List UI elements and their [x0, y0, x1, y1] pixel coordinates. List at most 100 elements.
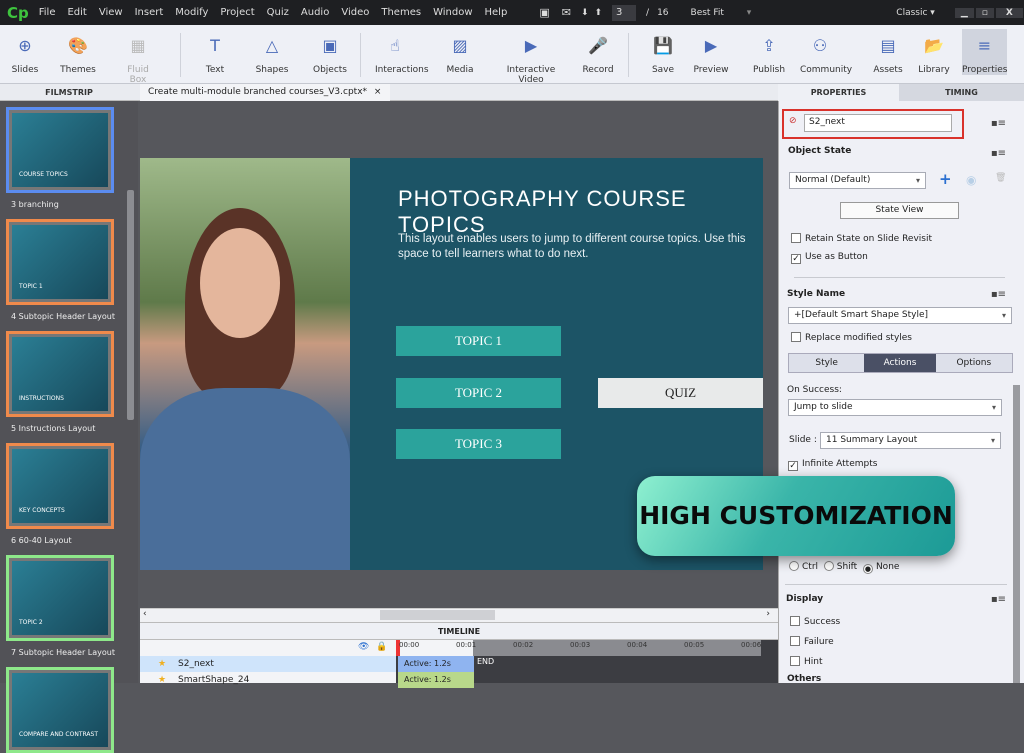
community-button[interactable]: ⚇ Community — [800, 29, 852, 76]
tab-timing[interactable]: TIMING — [899, 84, 1024, 101]
timeline-bar[interactable]: Active: 1.2s — [398, 656, 474, 672]
mail-icon[interactable]: ✉ — [562, 6, 571, 19]
toolbar-label: Preview — [693, 65, 729, 75]
filmstrip-slide[interactable]: KEY CONCEPTS — [6, 443, 114, 529]
none-radio[interactable]: ● None — [862, 562, 899, 574]
text-button[interactable]: T Text — [195, 29, 235, 76]
microphone-icon: 🎤 — [588, 35, 608, 55]
infinite-attempts-checkbox[interactable]: ✓ Infinite Attempts — [788, 459, 877, 471]
workspace-select[interactable]: Classic ▾ — [896, 8, 935, 18]
hint-checkbox[interactable]: Hint — [790, 656, 823, 667]
filmstrip-scrollbar[interactable] — [127, 190, 134, 420]
slide-select[interactable]: 11 Summary Layout — [820, 432, 1001, 449]
topic-2-button[interactable]: TOPIC 2 — [396, 378, 561, 408]
interactions-button[interactable]: ☝ Interactions — [375, 29, 429, 76]
themes-button[interactable]: 🎨 Themes — [58, 29, 98, 76]
quiz-button[interactable]: QUIZ — [598, 378, 763, 408]
topic-3-button[interactable]: TOPIC 3 — [396, 429, 561, 459]
slide-view-icon[interactable]: ▣ — [539, 6, 549, 19]
style-name-select[interactable]: +[Default Smart Shape Style] — [788, 307, 1012, 324]
tab-style[interactable]: Style — [789, 354, 865, 372]
menu-insert[interactable]: Insert — [135, 7, 164, 18]
shift-radio[interactable]: Shift — [823, 561, 857, 572]
tab-properties[interactable]: PROPERTIES — [778, 84, 899, 101]
properties-button[interactable]: ≡ Properties — [962, 29, 1007, 75]
use-as-button-checkbox[interactable]: ✓ Use as Button — [791, 252, 868, 264]
objects-button[interactable]: ▣ Objects — [310, 29, 350, 76]
filmstrip-slide[interactable]: TOPIC 2 — [6, 555, 114, 641]
topic-1-button[interactable]: TOPIC 1 — [396, 326, 561, 356]
thumb-title: KEY CONCEPTS — [19, 507, 65, 514]
menu-help[interactable]: Help — [485, 7, 508, 18]
ruler-tick: 00:06 — [741, 641, 762, 649]
ctrl-radio[interactable]: Ctrl — [789, 561, 818, 572]
minimize-button[interactable]: ▁ — [954, 7, 974, 18]
timeline-row[interactable]: ★ S2_next — [140, 656, 396, 672]
tab-options[interactable]: Options — [935, 354, 1012, 372]
failure-checkbox[interactable]: Failure — [790, 636, 834, 647]
panel-menu-icon[interactable]: ▪≡ — [991, 118, 1006, 129]
filmstrip-slide[interactable]: COMPARE AND CONTRAST — [6, 667, 114, 753]
menu-window[interactable]: Window — [433, 7, 472, 18]
timeline-bar[interactable]: Active: 1.2s — [398, 672, 474, 688]
replace-styles-checkbox[interactable]: Replace modified styles — [791, 332, 912, 343]
menu-edit[interactable]: Edit — [67, 7, 86, 18]
tab-actions[interactable]: Actions — [864, 354, 936, 372]
high-customization-banner: HIGH CUSTOMIZATION — [637, 476, 955, 556]
filmstrip-label: 3 branching — [11, 200, 59, 209]
scroll-left-icon[interactable]: ‹ — [143, 609, 147, 619]
properties-scrollbar[interactable] — [1013, 385, 1020, 683]
arrow-up-icon[interactable]: ⬆ — [594, 8, 602, 18]
timeline-ruler[interactable]: 00:00 00:01 00:02 00:03 00:04 00:05 00:06 — [396, 640, 761, 656]
menu-video[interactable]: Video — [341, 7, 369, 18]
record-button[interactable]: 🎤 Record — [578, 29, 618, 76]
lock-icon[interactable]: 🔒 — [376, 642, 387, 652]
media-button[interactable]: ▨ Media — [440, 29, 480, 76]
object-state-select[interactable]: Normal (Default) — [789, 172, 926, 189]
filmstrip-slide[interactable]: TOPIC 1 — [6, 219, 114, 305]
page-number-input[interactable]: 3 — [612, 4, 637, 21]
menu-audio[interactable]: Audio — [301, 7, 329, 18]
assets-button[interactable]: ▤ Assets — [868, 29, 908, 76]
panel-menu-icon[interactable]: ▪≡ — [991, 289, 1006, 300]
scroll-right-icon[interactable]: › — [766, 609, 770, 619]
publish-button[interactable]: ⇪ Publish — [749, 29, 789, 76]
close-button[interactable]: X — [995, 7, 1023, 18]
menu-modify[interactable]: Modify — [175, 7, 208, 18]
eye-icon[interactable]: 👁 — [358, 642, 369, 652]
panel-menu-icon[interactable]: ▪≡ — [991, 594, 1006, 605]
close-tab-icon[interactable]: × — [374, 87, 382, 97]
panel-menu-icon[interactable]: ▪≡ — [991, 148, 1006, 159]
save-button[interactable]: 💾 Save — [643, 29, 683, 76]
library-icon: 📂 — [924, 35, 944, 55]
maximize-button[interactable]: ▫ — [975, 7, 994, 18]
filmstrip-slide[interactable]: COURSE TOPICS — [6, 107, 114, 193]
menu-quiz[interactable]: Quiz — [267, 7, 289, 18]
toolbar-label: Shapes — [255, 65, 289, 75]
on-success-select[interactable]: Jump to slide — [788, 399, 1002, 416]
filmstrip-slide[interactable]: INSTRUCTIONS — [6, 331, 114, 417]
menu-project[interactable]: Project — [220, 7, 254, 18]
retain-state-checkbox[interactable]: Retain State on Slide Revisit — [791, 233, 932, 244]
interactive-video-button[interactable]: ▶ Interactive Video — [495, 29, 567, 86]
shapes-button[interactable]: △ Shapes — [252, 29, 292, 76]
object-name-input[interactable]: S2_next — [804, 114, 952, 132]
slides-button[interactable]: ⊕ Slides — [5, 29, 45, 76]
timeline-row[interactable]: ★ SmartShape_24 — [140, 672, 396, 688]
menu-file[interactable]: File — [39, 7, 56, 18]
arrow-down-icon[interactable]: ⬇ — [581, 8, 589, 18]
preview-button[interactable]: ▶ Preview — [691, 29, 731, 76]
success-checkbox[interactable]: Success — [790, 616, 840, 627]
zoom-select[interactable]: Best Fit ▾ — [691, 8, 752, 18]
menu-themes[interactable]: Themes — [381, 7, 421, 18]
state-view-button[interactable]: State View — [840, 202, 959, 219]
visibility-hidden-icon[interactable]: ⊘ — [789, 116, 797, 126]
slide-label: Slide : — [789, 435, 817, 445]
toolbar-label: Save — [651, 65, 675, 75]
plus-circle-icon: ⊕ — [18, 35, 32, 55]
menu-view[interactable]: View — [99, 7, 123, 18]
document-tab[interactable]: Create multi-module branched courses_V3.… — [140, 84, 390, 101]
library-button[interactable]: 📂 Library — [914, 29, 954, 76]
add-state-icon[interactable]: + — [939, 170, 952, 188]
scrollbar-thumb[interactable] — [380, 610, 495, 620]
